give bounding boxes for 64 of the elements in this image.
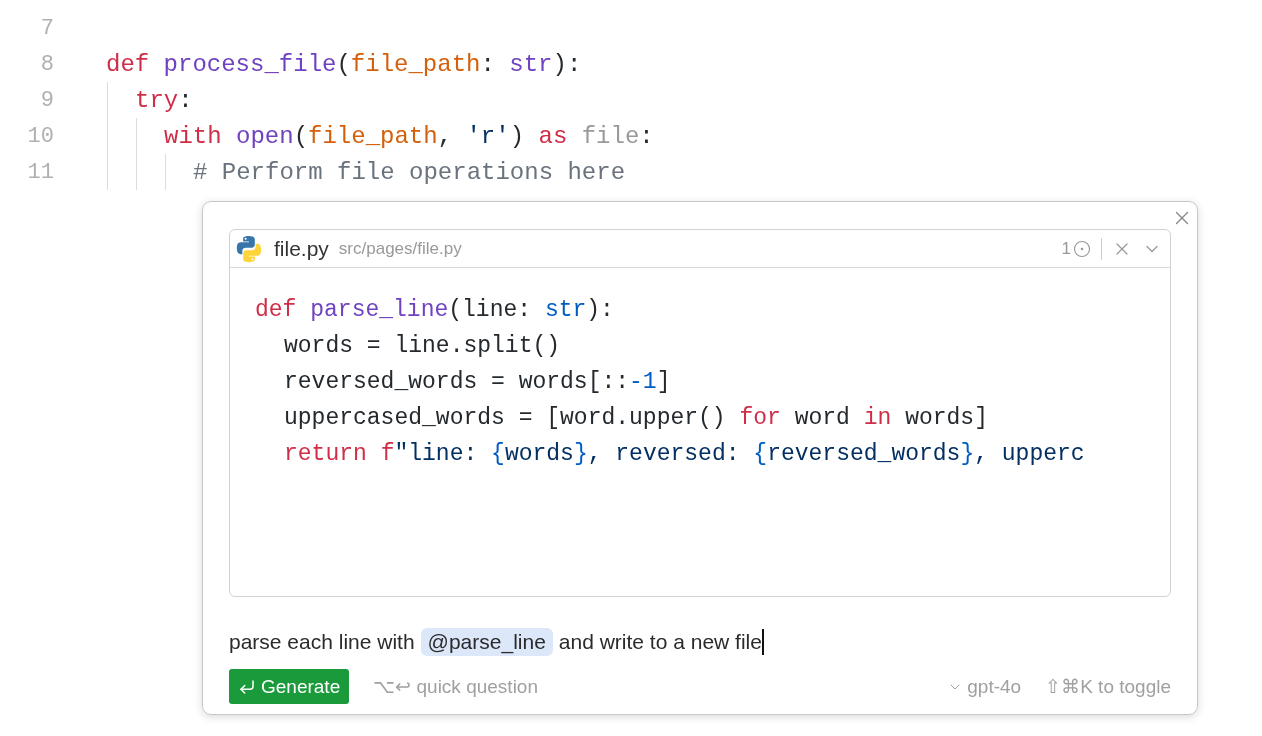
toggle-hint: ⇧⌘K to toggle bbox=[1045, 675, 1171, 698]
code-token: open bbox=[236, 122, 294, 150]
code-token: def bbox=[106, 50, 151, 78]
code-token: ) bbox=[509, 122, 526, 150]
prompt-text: and write to a new file bbox=[558, 630, 762, 654]
code-token: uppercased_words = [word.upper() bbox=[284, 405, 727, 431]
code-token: , bbox=[437, 122, 454, 150]
code-token: : bbox=[639, 122, 654, 150]
line-number: 11 bbox=[26, 159, 54, 185]
code-token: ( bbox=[293, 122, 309, 150]
code-token: words] bbox=[905, 405, 988, 431]
code-token: try bbox=[135, 86, 179, 114]
prompt-text: parse each line with bbox=[229, 630, 415, 654]
code-token: , reversed: bbox=[587, 441, 741, 467]
code-token: parse_line bbox=[310, 297, 449, 323]
line-number: 10 bbox=[26, 123, 54, 149]
code-token: { bbox=[491, 441, 505, 467]
code-token: for bbox=[739, 405, 782, 431]
code-token: : bbox=[178, 86, 193, 114]
return-icon bbox=[238, 677, 256, 696]
code-token: ): bbox=[586, 297, 614, 323]
code-token: # Perform file operations here bbox=[193, 158, 626, 186]
circle-dot-icon bbox=[1073, 239, 1091, 258]
line-number: 8 bbox=[39, 51, 54, 77]
code-token: file_path bbox=[350, 50, 481, 78]
code-token: word bbox=[794, 405, 851, 431]
code-token: str bbox=[509, 50, 553, 78]
code-token: return bbox=[284, 441, 368, 467]
model-selector[interactable]: gpt-4o bbox=[947, 675, 1022, 698]
code-token: : bbox=[480, 50, 496, 78]
reference-count: 1 bbox=[1061, 238, 1071, 259]
line-number: 7 bbox=[39, 15, 54, 41]
code-token: "line: bbox=[394, 441, 479, 467]
code-token: str bbox=[544, 297, 587, 323]
quick-question-hint: ⌥↩ quick question bbox=[373, 675, 539, 698]
file-path: src/pages/file.py bbox=[338, 238, 463, 259]
code-token: ] bbox=[656, 369, 671, 395]
file-name: file.py bbox=[274, 236, 329, 261]
code-token: 'r' bbox=[466, 122, 510, 150]
code-token: def bbox=[255, 297, 298, 323]
generate-button[interactable]: Generate bbox=[229, 669, 350, 704]
code-token: ( bbox=[336, 50, 351, 78]
code-token: words bbox=[504, 441, 574, 467]
line-number: 9 bbox=[39, 87, 54, 113]
code-token: in bbox=[863, 405, 893, 431]
code-token: (line: bbox=[448, 297, 533, 323]
code-token: process_file bbox=[163, 50, 337, 78]
code-token: } bbox=[960, 441, 975, 467]
code-token: f bbox=[380, 441, 395, 467]
python-icon bbox=[234, 233, 264, 264]
code-token: as bbox=[538, 122, 569, 150]
code-token: -1 bbox=[629, 369, 657, 395]
text-cursor bbox=[761, 629, 764, 655]
code-token: reversed_words bbox=[767, 441, 961, 467]
code-token: } bbox=[573, 441, 588, 467]
code-token: , upperc bbox=[974, 441, 1085, 467]
code-token: file_path bbox=[308, 122, 438, 150]
code-token: file bbox=[581, 122, 640, 150]
code-token: with bbox=[164, 122, 223, 150]
code-token: { bbox=[753, 441, 768, 467]
mention-chip[interactable]: @parse_line bbox=[420, 628, 553, 656]
code-token: ): bbox=[552, 50, 582, 78]
code-token: reversed_words = words[:: bbox=[284, 369, 630, 395]
code-token: words = line.split() bbox=[284, 333, 561, 359]
